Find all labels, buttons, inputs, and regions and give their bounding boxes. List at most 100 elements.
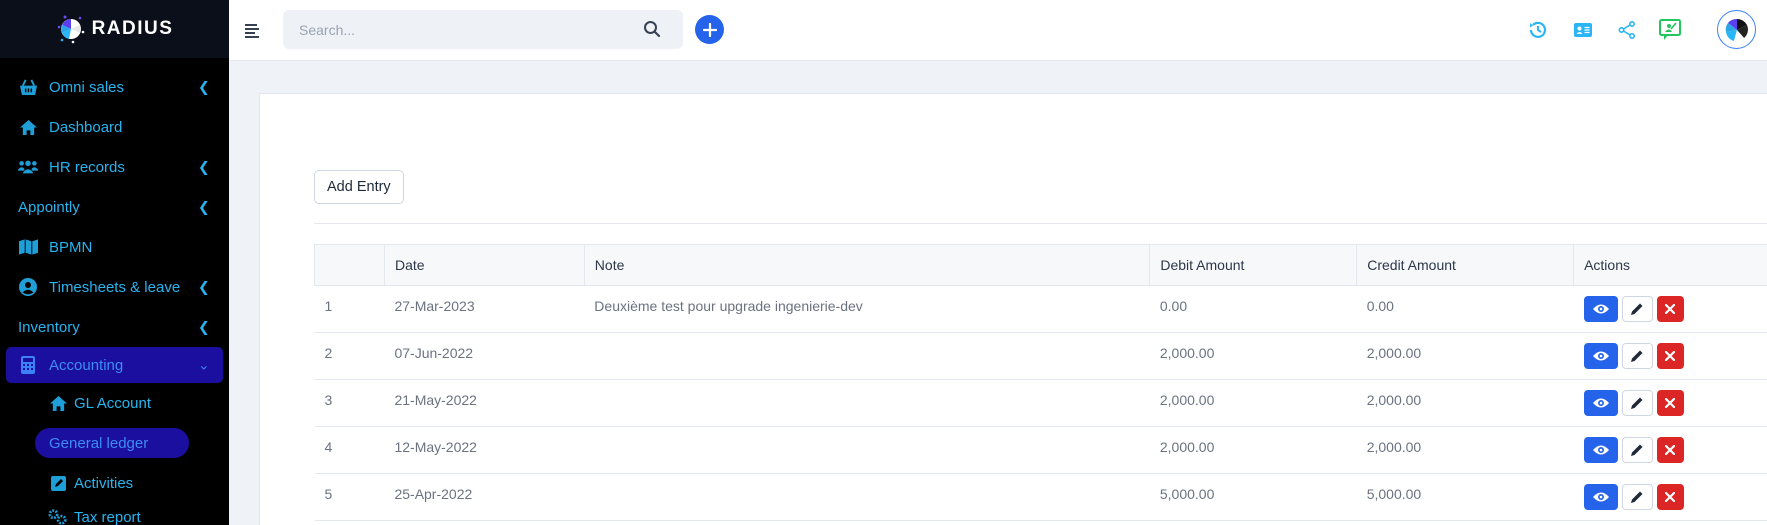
home-icon <box>18 117 38 137</box>
close-icon <box>1665 398 1676 408</box>
eye-icon <box>1592 445 1609 455</box>
sidebar-subitem-gl-account[interactable]: GL Account <box>0 383 229 423</box>
row-index: 5 <box>314 473 385 521</box>
edit-button[interactable] <box>1621 343 1653 369</box>
row-note: Deuxième test pour upgrade ingenierie-de… <box>584 285 1150 333</box>
sidebar-item-hr-records[interactable]: HR records ❮ <box>0 147 229 187</box>
eye-icon <box>1592 492 1609 502</box>
row-credit: 0.00 <box>1356 285 1574 333</box>
delete-button[interactable] <box>1656 343 1684 369</box>
presentation-icon <box>1659 19 1681 40</box>
sidebar-subitem-label: General ledger <box>49 434 149 452</box>
row-index: 4 <box>314 426 385 474</box>
sidebar-item-inventory[interactable]: Inventory ❮ <box>0 307 229 347</box>
pencil-icon <box>1631 491 1643 503</box>
chevron-left-icon: ❮ <box>198 318 210 335</box>
add-entry-button[interactable]: Add Entry <box>314 170 404 204</box>
row-actions <box>1573 426 1767 474</box>
chevron-left-icon: ❮ <box>198 278 210 295</box>
delete-button[interactable] <box>1656 296 1684 322</box>
view-button[interactable] <box>1583 390 1618 416</box>
delete-button[interactable] <box>1656 390 1684 416</box>
delete-button[interactable] <box>1656 437 1684 463</box>
users-icon <box>18 157 38 177</box>
sidebar-subitem-general-ledger[interactable]: General ledger <box>35 428 189 458</box>
sidebar-item-bpmn[interactable]: BPMN <box>0 227 229 267</box>
pencil-icon <box>1631 303 1643 315</box>
table-row: 1 27-Mar-2023 Deuxième test pour upgrade… <box>314 285 1767 333</box>
edit-button[interactable] <box>1621 437 1653 463</box>
table-row: 5 25-Apr-2022 5,000.00 5,000.00 <box>314 473 1767 521</box>
sidebar-item-accounting[interactable]: Accounting ⌄ <box>6 347 223 383</box>
quick-add-button[interactable] <box>695 15 724 44</box>
table-row: 4 12-May-2022 2,000.00 2,000.00 <box>314 426 1767 474</box>
row-index: 3 <box>314 379 385 427</box>
close-icon <box>1665 492 1676 502</box>
plus-icon <box>702 22 717 37</box>
sidebar-subitem-label: Activities <box>74 474 134 492</box>
row-actions <box>1573 473 1767 521</box>
sidebar-nav: Omni sales ❮ Dashboard HR records ❮ Appo… <box>0 58 229 525</box>
delete-button[interactable] <box>1656 484 1684 510</box>
column-header-actions: Actions <box>1573 244 1767 286</box>
sidebar-item-omni-sales[interactable]: Omni sales ❮ <box>0 67 229 107</box>
sidebar-item-label: Omni sales <box>49 78 125 96</box>
row-index: 1 <box>314 285 385 333</box>
sidebar-subitem-activities[interactable]: Activities <box>0 463 229 503</box>
sidebar-subitem-label: Tax report <box>74 508 141 525</box>
view-button[interactable] <box>1583 437 1618 463</box>
row-credit: 2,000.00 <box>1356 332 1574 380</box>
search-input[interactable] <box>283 10 623 49</box>
row-credit: 5,000.00 <box>1356 473 1574 521</box>
row-debit: 2,000.00 <box>1149 426 1357 474</box>
sidebar-item-timesheets[interactable]: Timesheets & leave ❮ <box>0 267 229 307</box>
history-button[interactable] <box>1527 19 1549 41</box>
sidebar-item-label: Dashboard <box>49 118 123 136</box>
divider <box>314 223 1767 224</box>
chevron-down-icon: ⌄ <box>198 356 210 373</box>
view-button[interactable] <box>1583 296 1618 322</box>
user-avatar[interactable] <box>1717 10 1756 49</box>
edit-button[interactable] <box>1621 296 1653 322</box>
eye-icon <box>1592 351 1609 361</box>
search-box <box>283 10 683 49</box>
presentation-button[interactable] <box>1659 19 1681 41</box>
view-button[interactable] <box>1583 343 1618 369</box>
sidebar-item-appointly[interactable]: Appointly ❮ <box>0 187 229 227</box>
ledger-table: Date Note Debit Amount Credit Amount Act… <box>314 244 1767 521</box>
column-header-index <box>314 244 385 286</box>
sidebar-item-label: Appointly <box>18 198 80 216</box>
pencil-icon <box>1631 397 1643 409</box>
view-button[interactable] <box>1583 484 1618 510</box>
table-header-row: Date Note Debit Amount Credit Amount Act… <box>314 244 1767 286</box>
close-icon <box>1665 351 1676 361</box>
share-icon <box>1618 21 1635 39</box>
contact-card-button[interactable] <box>1572 19 1594 41</box>
menu-toggle-icon[interactable] <box>245 24 259 38</box>
radius-logo-icon <box>57 15 84 44</box>
column-header-debit[interactable]: Debit Amount <box>1149 244 1358 286</box>
row-note <box>584 332 1150 380</box>
column-header-note[interactable]: Note <box>584 244 1151 286</box>
edit-button[interactable] <box>1621 390 1653 416</box>
table-row: 2 07-Jun-2022 2,000.00 2,000.00 <box>314 332 1767 380</box>
edit-button[interactable] <box>1621 484 1653 510</box>
share-button[interactable] <box>1616 19 1638 41</box>
sidebar-item-dashboard[interactable]: Dashboard <box>0 107 229 147</box>
topbar <box>229 0 1767 61</box>
row-actions <box>1573 379 1767 427</box>
sidebar-subitem-tax-report[interactable]: Tax report <box>0 503 229 525</box>
table-row: 3 21-May-2022 2,000.00 2,000.00 <box>314 379 1767 427</box>
row-actions <box>1573 332 1767 380</box>
column-header-credit[interactable]: Credit Amount <box>1356 244 1575 286</box>
row-actions <box>1573 285 1767 333</box>
brand-logo[interactable]: RADIUS <box>0 0 229 58</box>
close-icon <box>1665 445 1676 455</box>
sidebar: RADIUS Omni sales ❮ Dashboard HR records… <box>0 0 229 525</box>
row-date: 12-May-2022 <box>384 426 585 474</box>
column-header-date[interactable]: Date <box>384 244 585 286</box>
sidebar-item-label: HR records <box>49 158 125 176</box>
chevron-left-icon: ❮ <box>198 158 210 175</box>
search-icon[interactable] <box>643 20 661 43</box>
row-debit: 5,000.00 <box>1149 473 1357 521</box>
